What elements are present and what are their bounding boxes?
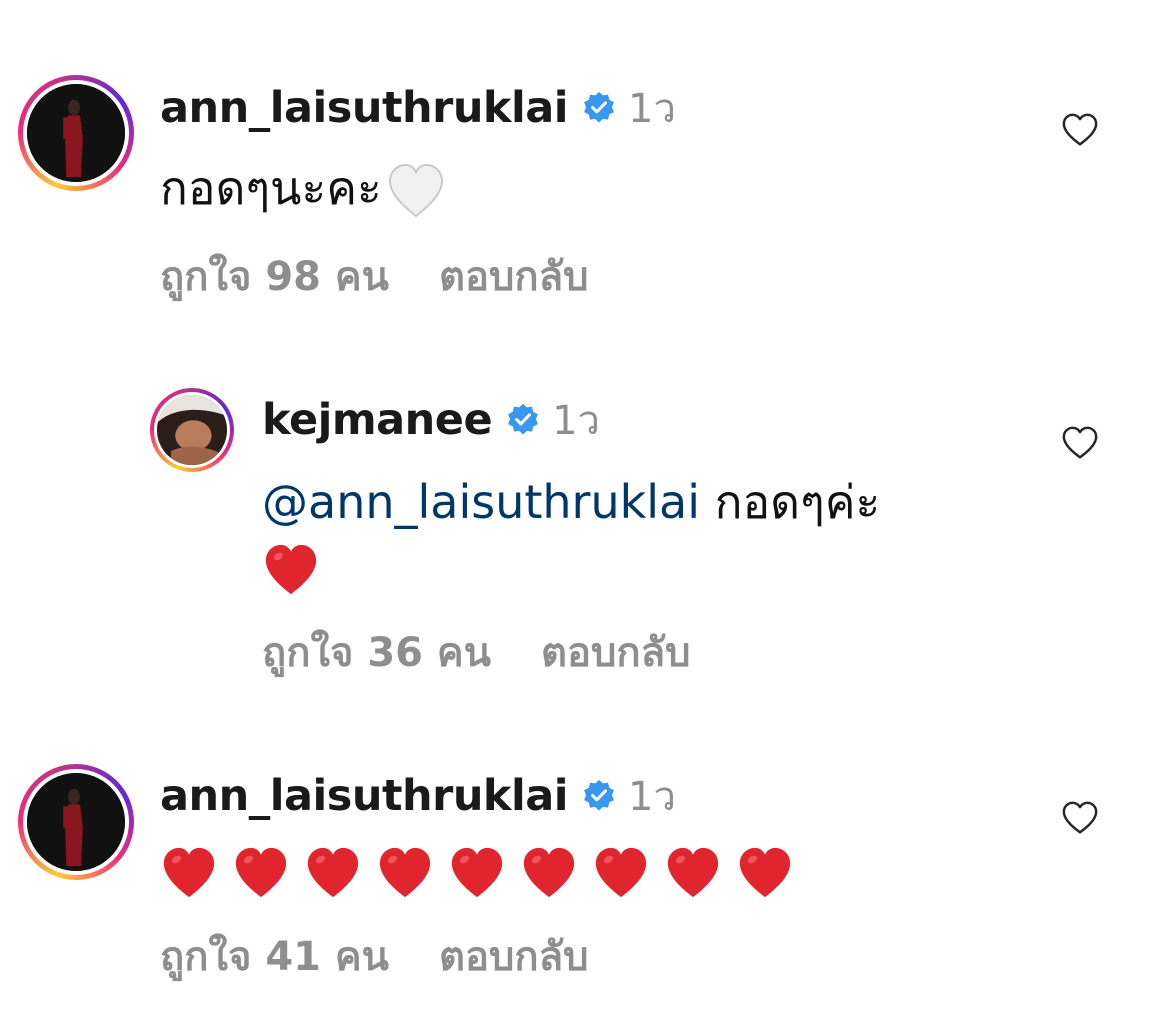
- comment-header: ann_laisuthruklai 1ว: [160, 766, 676, 826]
- avatar-border: [23, 80, 129, 186]
- avatar-photo: [27, 773, 125, 871]
- red-heart-icon: [592, 845, 650, 903]
- red-heart-icon: [232, 845, 290, 903]
- avatar[interactable]: [18, 75, 134, 191]
- profile-photo-icon: [27, 773, 125, 871]
- timestamp: 1ว: [552, 398, 601, 444]
- red-heart-icon: [304, 845, 362, 903]
- avatar[interactable]: [150, 388, 234, 472]
- red-heart-icon: [448, 845, 506, 903]
- like-heart-icon[interactable]: [1061, 799, 1099, 837]
- username[interactable]: ann_laisuthruklai: [160, 771, 569, 821]
- red-heart-icon: [520, 845, 578, 903]
- red-heart-icon: [262, 542, 320, 600]
- reply-button[interactable]: ตอบกลับ: [439, 244, 589, 308]
- avatar-border: [23, 769, 129, 875]
- profile-photo-icon: [27, 84, 125, 182]
- like-heart-icon[interactable]: [1061, 111, 1099, 149]
- red-heart-icon: [376, 845, 434, 903]
- comment-meta: ถูกใจ 36 คน ตอบกลับ: [262, 620, 691, 684]
- red-heart-icon: [736, 845, 794, 903]
- timestamp: 1ว: [628, 774, 676, 820]
- username[interactable]: kejmanee: [262, 395, 493, 445]
- avatar-photo: [27, 84, 125, 182]
- verified-badge-icon: [582, 779, 616, 813]
- comment-meta: ถูกใจ 98 คน ตอบกลับ: [160, 244, 589, 308]
- likes-count[interactable]: ถูกใจ 98 คน: [160, 244, 389, 308]
- likes-count[interactable]: ถูกใจ 41 คน: [160, 924, 389, 988]
- username[interactable]: ann_laisuthruklai: [160, 83, 569, 133]
- likes-count[interactable]: ถูกใจ 36 คน: [262, 620, 491, 684]
- verified-badge-icon: [506, 403, 540, 437]
- comment-text: กอดๆนะคะ: [160, 156, 460, 222]
- timestamp: 1ว: [628, 86, 676, 132]
- avatar-border: [154, 392, 230, 468]
- mention-link[interactable]: @ann_laisuthruklai: [262, 475, 700, 529]
- comment-header: kejmanee 1ว: [262, 390, 600, 450]
- reply-button[interactable]: ตอบกลับ: [439, 924, 589, 988]
- comment-body: กอดๆนะคะ: [160, 161, 382, 215]
- avatar-photo: [157, 395, 227, 465]
- avatar[interactable]: [18, 764, 134, 880]
- comment-meta: ถูกใจ 41 คน ตอบกลับ: [160, 924, 589, 988]
- profile-photo-icon: [157, 395, 227, 465]
- comment-text: @ann_laisuthruklai กอดๆค่ะ: [262, 470, 1022, 600]
- red-heart-icon: [664, 845, 722, 903]
- verified-badge-icon: [582, 91, 616, 125]
- white-heart-icon: [386, 162, 446, 222]
- comment-header: ann_laisuthruklai 1ว: [160, 78, 676, 138]
- comment-body: กอดๆค่ะ: [700, 475, 881, 529]
- reply-button[interactable]: ตอบกลับ: [541, 620, 691, 684]
- like-heart-icon[interactable]: [1061, 424, 1099, 462]
- red-heart-icon: [160, 845, 218, 903]
- comment-text: [160, 838, 920, 903]
